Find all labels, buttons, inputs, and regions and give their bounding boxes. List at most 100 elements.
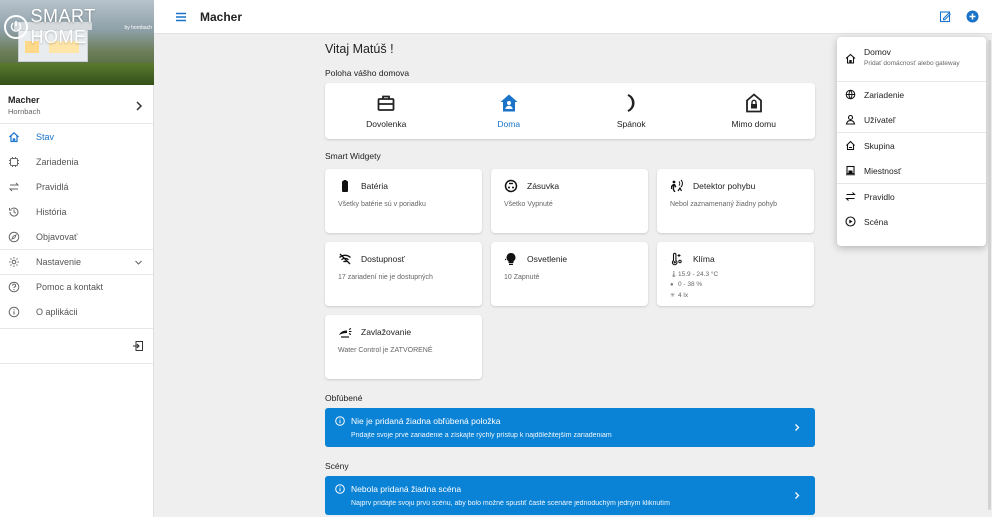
add-rule-item[interactable]: Pravidlo [837, 184, 986, 209]
chevron-right-icon [795, 424, 800, 431]
widget-bateria[interactable]: Batéria Všetky batérie sú v poriadku [325, 169, 482, 233]
widget-osvetlenie[interactable]: Osvetlenie 10 Zapnuté [491, 242, 648, 306]
add-home-item[interactable]: Domov Pridať domácnosť alebo gateway [837, 37, 986, 81]
user-icon [845, 114, 856, 125]
sidebar-item-pomoc[interactable]: Pomoc a kontakt [0, 274, 153, 299]
chevron-right-icon [136, 100, 143, 111]
battery-icon [342, 180, 348, 192]
add-user-item[interactable]: Užívateľ [837, 107, 986, 132]
history-icon [9, 207, 19, 217]
sidebar-item-label: Pravidlá [36, 181, 69, 192]
sidebar-item-label: Nastavenie [36, 257, 82, 267]
chevron-right-icon [795, 492, 800, 499]
rules-icon [8, 182, 20, 191]
wifi-off-icon [339, 253, 351, 265]
welcome-text: Vitaj Matúš ! [325, 42, 394, 56]
home-icon [845, 53, 856, 64]
sidebar-item-label: Zariadenia [36, 156, 79, 167]
edit-icon[interactable] [939, 10, 952, 23]
sidebar-item-pravidla[interactable]: Pravidlá [0, 174, 153, 199]
sidebar-nav: Stav Zariadenia Pravidlá História Objavo… [0, 124, 153, 324]
sidebar-item-stav[interactable]: Stav [0, 124, 153, 149]
plug-icon [504, 179, 518, 193]
sidebar-item-label: Stav [36, 131, 55, 142]
widget-klima[interactable]: Klíma 🌡︎ 15.9 - 24.3 °C ● 0 - 38 % ✳ 4 lx [657, 242, 814, 306]
favorites-empty-banner[interactable]: Nie je pridaná žiadna obľúbená položka P… [325, 408, 815, 447]
widget-status: Všetky batérie sú v poriadku [338, 201, 426, 208]
info-icon [8, 306, 20, 317]
widget-status: 10 Zapnuté [504, 274, 540, 281]
logout-icon[interactable] [132, 340, 144, 352]
banner-title: Nie je pridaná žiadna obľúbená položka [351, 416, 501, 426]
popup-item-label: Pravidlo [864, 191, 895, 202]
account-name: Macher [8, 95, 40, 105]
add-device-item[interactable]: Zariadenie [837, 82, 986, 107]
sidebar-item-label: História [36, 206, 67, 217]
klima-temperature: 15.9 - 24.3 °C [678, 270, 719, 278]
mode-doma[interactable]: Doma [448, 83, 571, 139]
sidebar-item-o-aplikacii[interactable]: O aplikácii [0, 299, 153, 324]
page-title: Macher [200, 9, 243, 24]
banner-subtitle: Najprv pridajte svoju prvú scénu, aby bo… [351, 500, 670, 507]
widget-detektor-pohybu[interactable]: Detektor pohybu Nebol zaznamenaný žiadny… [657, 169, 814, 233]
scenes-empty-banner[interactable]: Nebola pridaná žiadna scéna Najprv prida… [325, 476, 815, 515]
help-icon [8, 281, 20, 293]
sidebar-item-label: O aplikácii [36, 306, 78, 317]
widget-title: Batéria [361, 181, 388, 191]
sprinkler-icon [339, 328, 352, 338]
moon-icon [627, 94, 635, 112]
scenes-section-label: Scény [325, 461, 349, 471]
suitcase-icon [377, 95, 395, 111]
widget-title: Osvetlenie [527, 254, 568, 264]
mode-label: Spánok [616, 119, 646, 129]
widget-status: Nebol zaznamenaný žiadny pohyb [670, 201, 778, 208]
mode-mimo-domu[interactable]: Mimo domu [693, 83, 816, 139]
widget-title: Zavlažovanie [361, 327, 412, 337]
logo-subtitle: by hornbach [124, 25, 152, 31]
sidebar-item-label: Pomoc a kontakt [36, 282, 104, 292]
main-content: Vitaj Matúš ! Poloha vášho domova Dovole… [325, 34, 815, 515]
mode-dovolenka[interactable]: Dovolenka [325, 83, 448, 139]
widget-zavlazovanie[interactable]: Zavlažovanie Water Control je ZATVORENÉ [325, 315, 482, 379]
top-bar: Macher [154, 0, 992, 34]
widget-title: Dostupnosť [361, 254, 405, 264]
widget-zasuvka[interactable]: Zásuvka Všetko Vypnuté [491, 169, 648, 233]
play-circle-icon [845, 216, 856, 227]
popup-item-label: Miestnosť [864, 165, 902, 176]
account-switcher[interactable]: Macher Hornbach [0, 88, 153, 124]
scrollbar[interactable] [988, 40, 991, 510]
mode-label: Dovolenka [366, 119, 407, 129]
location-section-label: Poloha vášho domova [325, 68, 410, 78]
favorites-section-label: Obľúbené [325, 393, 363, 403]
widgets-section-label: Smart Widgety [325, 151, 381, 161]
add-icon[interactable] [966, 10, 979, 23]
sidebar-footer [0, 328, 153, 364]
widget-status: 17 zariadení nie je dostupných [338, 274, 433, 281]
home-mode-selector: Dovolenka Doma Spánok Mimo domu [325, 83, 815, 139]
banner-title: Nebola pridaná žiadna scéna [351, 484, 462, 494]
popup-item-label: Skupina [864, 140, 895, 151]
add-menu-popup: Domov Pridať domácnosť alebo gateway Zar… [837, 37, 986, 246]
widget-dostupnost[interactable]: Dostupnosť 17 zariadení nie je dostupnýc… [325, 242, 482, 306]
menu-icon[interactable] [174, 10, 188, 24]
popup-item-label: Zariadenie [864, 89, 905, 100]
add-scene-item[interactable]: Scéna [837, 209, 986, 234]
popup-item-label: Scéna [864, 216, 889, 227]
add-group-item[interactable]: Skupina [837, 133, 986, 158]
widget-status: Water Control je ZATVORENÉ [338, 347, 433, 354]
mode-label: Mimo domu [731, 119, 776, 129]
mode-label: Doma [497, 119, 521, 129]
power-house-icon [4, 15, 28, 39]
temperature-icon: 🌡︎ [670, 271, 678, 278]
add-room-item[interactable]: Miestnosť [837, 158, 986, 183]
mode-spanok[interactable]: Spánok [570, 83, 693, 139]
klima-humidity: 0 - 38 % [678, 281, 703, 289]
sidebar-item-nastavenie[interactable]: Nastavenie [0, 249, 153, 274]
group-icon [846, 140, 855, 151]
widget-title: Zásuvka [527, 181, 560, 191]
sidebar-item-zariadenia[interactable]: Zariadenia [0, 149, 153, 174]
sidebar-item-historia[interactable]: História [0, 199, 153, 224]
sidebar-item-objavovat[interactable]: Objavovať [0, 224, 153, 249]
klima-light: 4 lx [678, 291, 689, 299]
compass-icon [8, 231, 20, 242]
